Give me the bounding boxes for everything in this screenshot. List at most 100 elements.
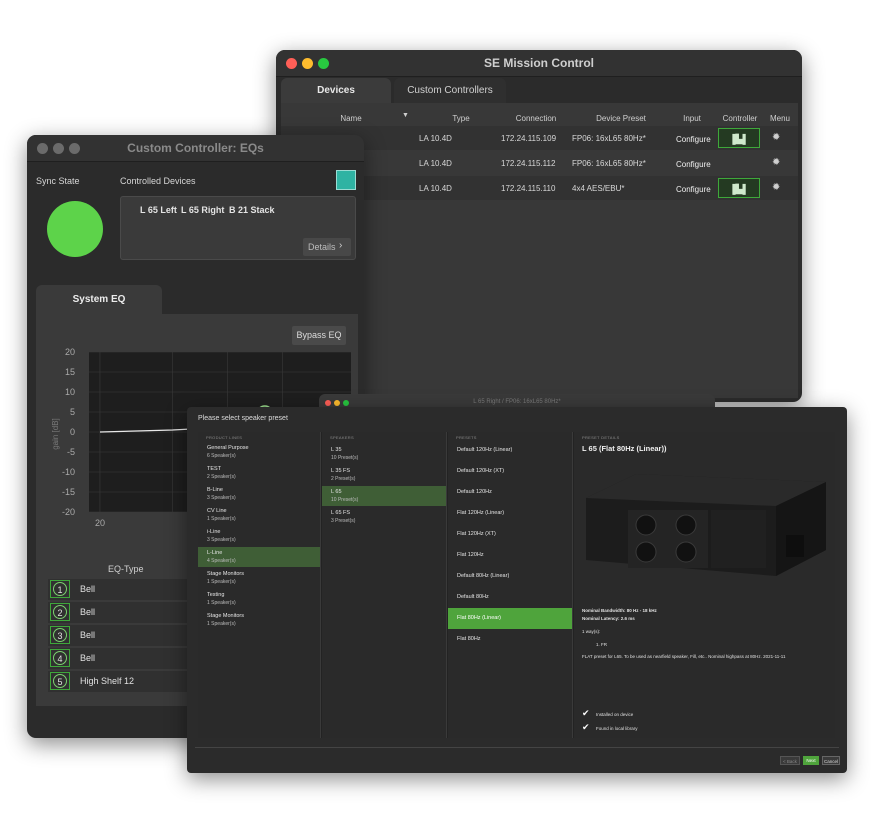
preset-name: Flat 80Hz (Linear) <box>457 615 502 621</box>
list-item[interactable]: Flat 120Hz (Linear) <box>448 503 572 524</box>
preset-name: Flat 80Hz <box>457 636 481 642</box>
list-item-selected[interactable]: L-Line 4 Speaker(s) <box>198 547 320 567</box>
detail-title: L 65 (Flat 80Hz (Linear)) <box>582 444 667 453</box>
device-chip: L 65 Left <box>140 205 177 215</box>
mission-title: SE Mission Control <box>483 56 594 70</box>
y-tick-label: 5 <box>70 407 75 417</box>
list-item[interactable]: Stage Monitors 1 Speaker(s) <box>198 568 320 588</box>
list-item-selected[interactable]: L 65 10 Preset(s) <box>322 486 446 506</box>
gear-icon[interactable]: ✹ <box>772 132 780 143</box>
product-lines-column: PRODUCT LINES General Purpose 6 Speaker(s… <box>198 432 321 738</box>
line-name: CV Line <box>207 508 227 514</box>
y-tick-label: -20 <box>62 507 75 517</box>
list-item[interactable]: Stage Monitors 1 Speaker(s) <box>198 610 320 630</box>
eq-band-row[interactable]: 3 Bell <box>48 625 198 647</box>
speaker-image <box>586 474 826 576</box>
color-swatch[interactable] <box>336 170 356 190</box>
row-connection: 172.24.115.110 <box>501 184 556 193</box>
y-tick-label: -5 <box>67 447 75 457</box>
speaker-name: L 65 FS <box>331 510 351 516</box>
tab-custom-controllers[interactable]: Custom Controllers <box>394 78 506 103</box>
latency-text: Nominal Latency: 2.6 ms <box>582 616 635 621</box>
presets-column: PRESETS Default 120Hz (Linear) Default 1… <box>448 432 573 738</box>
line-name: B-Line <box>207 487 223 493</box>
bypass-eq-button[interactable]: Bypass EQ <box>292 326 346 345</box>
line-count: 1 Speaker(s) <box>207 600 236 606</box>
preset-name: Default 80Hz (Linear) <box>457 573 510 579</box>
list-item[interactable]: CV Line 1 Speaker(s) <box>198 505 320 525</box>
eq-title: Custom Controller: EQs <box>127 141 264 155</box>
list-item[interactable]: Default 80Hz (Linear) <box>448 566 572 587</box>
col-name[interactable]: Name <box>331 114 371 123</box>
cancel-button[interactable]: Cancel <box>822 756 840 765</box>
list-item-selected[interactable]: Flat 80Hz (Linear) <box>448 608 572 629</box>
eq-band-row[interactable]: 5 High Shelf 12 <box>48 671 198 693</box>
tab-system-eq[interactable]: System EQ <box>36 285 162 314</box>
col-connection: Connection <box>515 114 557 123</box>
eq-band-number: 4 <box>50 649 70 667</box>
y-tick-label: 20 <box>65 347 75 357</box>
preset-name: Flat 120Hz (XT) <box>457 531 496 537</box>
y-tick-label: 0 <box>70 427 75 437</box>
details-button[interactable]: Details › <box>303 238 351 256</box>
speaker-name: L 65 <box>331 489 342 495</box>
configure-button[interactable]: Configure <box>676 185 711 194</box>
gear-icon[interactable]: ✹ <box>772 157 780 168</box>
controller-button[interactable]: ▐▙▌ <box>718 178 760 198</box>
speaker-name: L 35 FS <box>331 468 351 474</box>
list-item[interactable]: L 65 FS 3 Preset(s) <box>322 507 446 527</box>
eq-band-num: 5 <box>53 674 67 688</box>
line-count: 4 Speaker(s) <box>207 558 236 564</box>
eq-band-type: High Shelf 12 <box>80 676 135 686</box>
details-column: PRESET DETAILS L 65 (Flat 80Hz (Linear))… <box>574 432 835 738</box>
list-item[interactable]: TEST 2 Speaker(s) <box>198 463 320 483</box>
sync-indicator <box>47 201 103 257</box>
col-head-speakers: SPEAKERS <box>330 435 354 440</box>
description-text: FLAT preset for L65. To be used as nearf… <box>582 654 786 659</box>
line-count: 3 Speaker(s) <box>207 537 236 543</box>
y-tick-label: 10 <box>65 387 75 397</box>
eq-band-num: 2 <box>53 605 67 619</box>
list-item[interactable]: Flat 80Hz <box>448 629 572 650</box>
y-tick-label: -10 <box>62 467 75 477</box>
bandwidth-text: Nominal Bandwidth: 80 Hz - 18 kHz <box>582 608 657 613</box>
devices-box: L 65 Left L 65 Right B 21 Stack Details … <box>120 196 356 260</box>
back-window-title: L 65 Right / FP06: 16xL65 80Hz* <box>473 399 561 405</box>
list-item[interactable]: Default 120Hz <box>448 482 572 503</box>
configure-button[interactable]: Configure <box>676 135 711 144</box>
mission-titlebar: SE Mission Control <box>276 50 802 77</box>
col-preset: Device Preset <box>596 114 646 123</box>
tab-devices[interactable]: Devices <box>281 78 391 103</box>
list-item[interactable]: L 35 FS 2 Preset(s) <box>322 465 446 485</box>
list-item[interactable]: i-Line 3 Speaker(s) <box>198 526 320 546</box>
preset-dialog: Please select speaker preset PRODUCT LIN… <box>187 407 847 773</box>
list-item[interactable]: Default 120Hz (Linear) <box>448 440 572 461</box>
tab-custom-controllers-label: Custom Controllers <box>407 85 493 96</box>
list-item[interactable]: L 35 10 Preset(s) <box>322 444 446 464</box>
col-type: Type <box>452 114 470 123</box>
eq-band-row[interactable]: 4 Bell <box>48 648 198 670</box>
configure-button[interactable]: Configure <box>676 160 711 169</box>
controller-button[interactable]: ▐▙▌ <box>718 128 760 148</box>
preset-name: Default 120Hz (XT) <box>457 468 505 474</box>
back-button[interactable]: < Back <box>780 756 800 765</box>
list-item[interactable]: General Purpose 6 Speaker(s) <box>198 442 320 462</box>
list-item[interactable]: Flat 120Hz (XT) <box>448 524 572 545</box>
gear-icon[interactable]: ✹ <box>772 182 780 193</box>
list-item[interactable]: Default 120Hz (XT) <box>448 461 572 482</box>
list-item[interactable]: Flat 120Hz <box>448 545 572 566</box>
preset-prompt: Please select speaker preset <box>198 415 288 422</box>
list-item[interactable]: B-Line 3 Speaker(s) <box>198 484 320 504</box>
list-item[interactable]: Testing 1 Speaker(s) <box>198 589 320 609</box>
eq-band-row[interactable]: 1 Bell <box>48 579 198 601</box>
preset-name: Flat 120Hz (Linear) <box>457 510 505 516</box>
next-button[interactable]: Next <box>803 756 819 765</box>
eq-band-row[interactable]: 2 Bell <box>48 602 198 624</box>
list-item[interactable]: Default 80Hz <box>448 587 572 608</box>
sort-chevron-icon[interactable]: ▼ <box>402 112 409 119</box>
line-count: 1 Speaker(s) <box>207 516 236 522</box>
eq-band-num: 3 <box>53 628 67 642</box>
tab-devices-label: Devices <box>317 85 355 96</box>
line-count: 2 Speaker(s) <box>207 474 236 480</box>
device-chip: B 21 Stack <box>229 205 275 215</box>
